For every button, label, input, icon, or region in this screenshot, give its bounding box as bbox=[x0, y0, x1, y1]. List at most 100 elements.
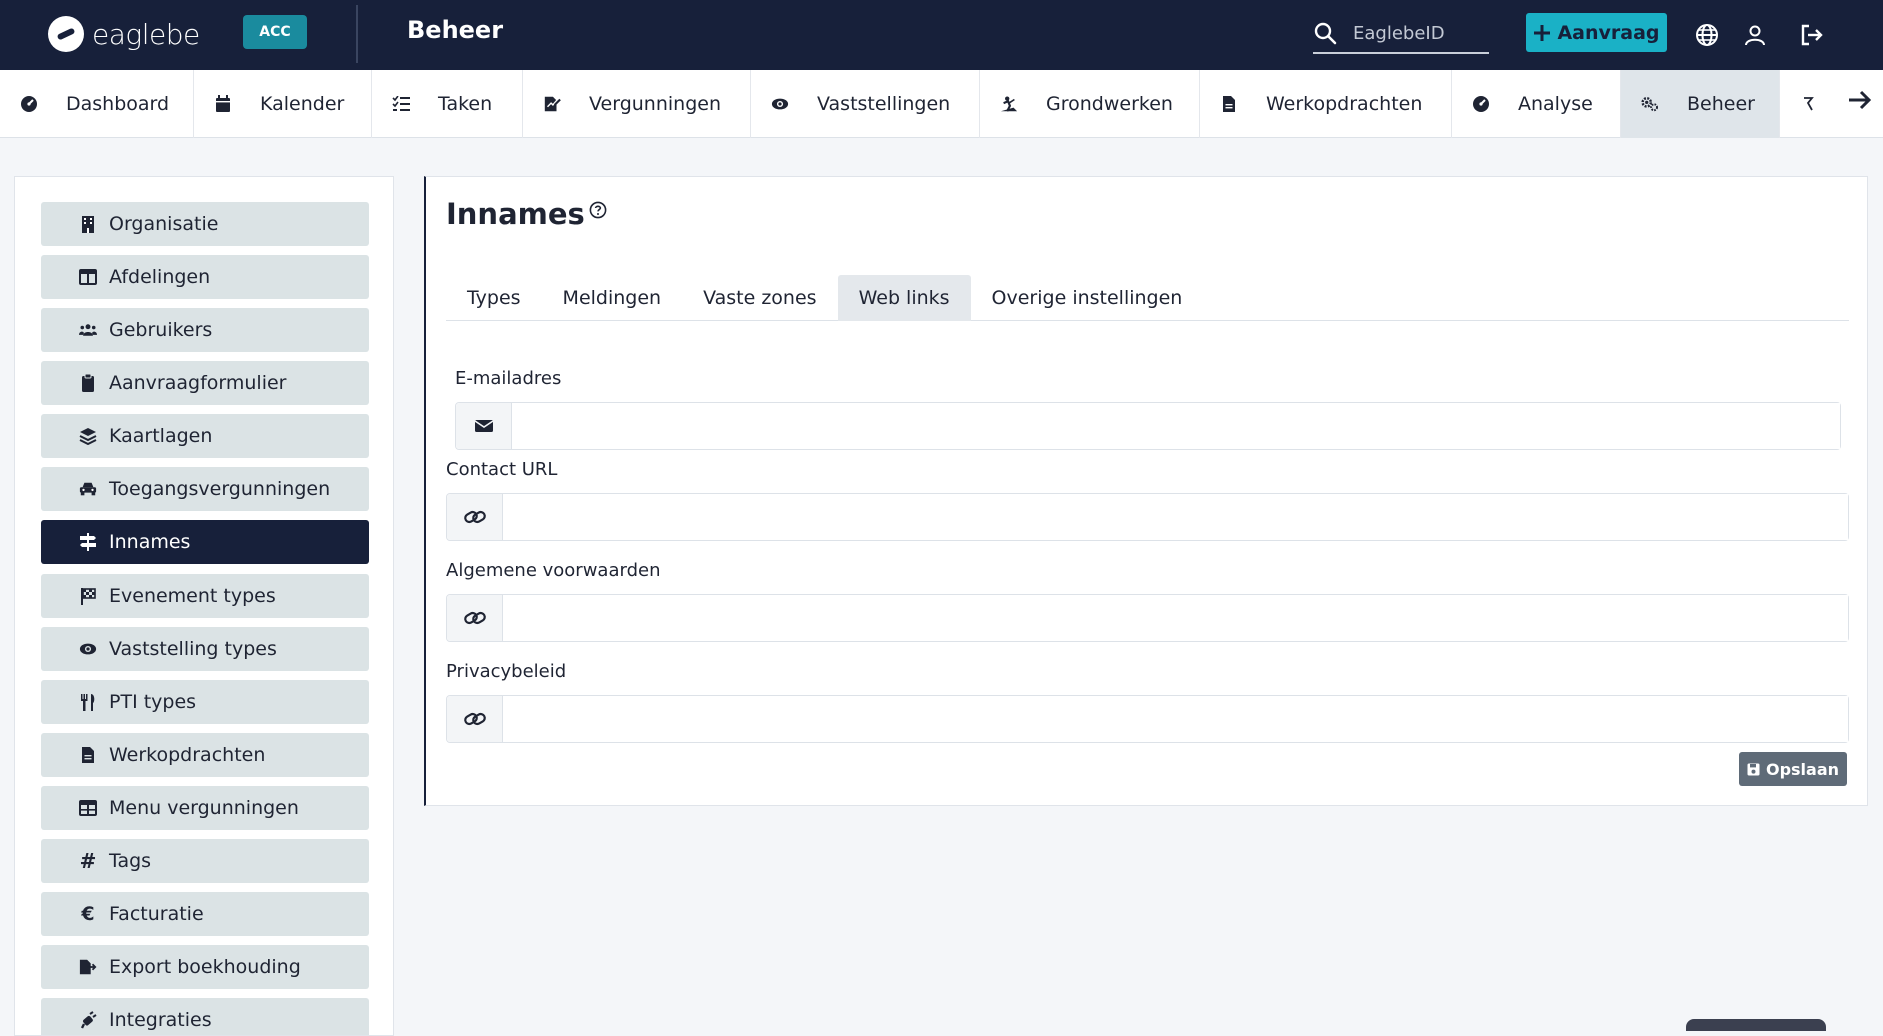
email-label: E-mailadres bbox=[455, 368, 562, 389]
nav-kalender[interactable]: Kalender bbox=[194, 70, 372, 138]
nav-grondwerken[interactable]: Grondwerken bbox=[980, 70, 1200, 138]
file-export-icon bbox=[79, 958, 97, 976]
tasks-icon bbox=[392, 95, 410, 113]
header-divider bbox=[356, 5, 358, 63]
environment-badge: ACC bbox=[243, 15, 307, 49]
nav-werkopdrachten[interactable]: Werkopdrachten bbox=[1200, 70, 1452, 138]
innames-panel: Innames Types Meldingen Vaste zones Web … bbox=[424, 176, 1868, 806]
sidebar-item-export-boekhouding[interactable]: Export boekhouding bbox=[41, 945, 369, 989]
plus-icon bbox=[1534, 24, 1551, 41]
question-circle-icon[interactable] bbox=[589, 201, 607, 223]
sidebar-item-evenement-types[interactable]: Evenement types bbox=[41, 574, 369, 618]
nav-dashboard[interactable]: Dashboard bbox=[0, 70, 194, 138]
car-icon bbox=[79, 480, 97, 498]
signpost-icon bbox=[79, 533, 97, 551]
sidebar-item-tags[interactable]: # Tags bbox=[41, 839, 369, 883]
sidebar-item-werkopdrachten[interactable]: Werkopdrachten bbox=[41, 733, 369, 777]
sidebar-item-menu-vergunningen[interactable]: Menu vergunningen bbox=[41, 786, 369, 830]
sidebar-item-pti-types[interactable]: PTI types bbox=[41, 680, 369, 724]
search-box bbox=[1313, 14, 1489, 54]
partial-nav-icon bbox=[1800, 95, 1818, 113]
contact-url-field[interactable] bbox=[503, 494, 1848, 540]
user-icon[interactable] bbox=[1740, 20, 1770, 50]
building-icon bbox=[79, 215, 97, 233]
document-icon bbox=[79, 746, 97, 764]
sidebar-item-organisatie[interactable]: Organisatie bbox=[41, 202, 369, 246]
top-bar: eaglebe ACC Beheer Aanvraag bbox=[0, 0, 1883, 70]
plug-icon bbox=[79, 1011, 97, 1029]
logo-text: eaglebe bbox=[92, 17, 200, 51]
flag-icon bbox=[79, 587, 97, 605]
eaglebe-logo-icon bbox=[48, 16, 84, 52]
eye-icon bbox=[771, 95, 789, 113]
search-input[interactable] bbox=[1353, 22, 1483, 44]
hashtag-icon: # bbox=[79, 849, 97, 873]
terms-label: Algemene voorwaarden bbox=[446, 560, 661, 581]
sidebar-item-vaststelling-types[interactable]: Vaststelling types bbox=[41, 627, 369, 671]
privacy-url-field[interactable] bbox=[503, 696, 1848, 742]
floating-widget-tab[interactable] bbox=[1686, 1019, 1826, 1031]
link-icon bbox=[447, 494, 503, 540]
terms-input-group bbox=[446, 594, 1849, 642]
sidebar-item-afdelingen[interactable]: Afdelingen bbox=[41, 255, 369, 299]
nav-vergunningen[interactable]: Vergunningen bbox=[523, 70, 751, 138]
link-icon bbox=[447, 595, 503, 641]
nav-vaststellingen[interactable]: Vaststellingen bbox=[751, 70, 980, 138]
envelope-icon bbox=[456, 403, 512, 449]
permit-icon bbox=[543, 95, 561, 113]
email-input-group bbox=[455, 402, 1841, 450]
dashboard-icon bbox=[20, 95, 38, 113]
privacy-label: Privacybeleid bbox=[446, 661, 567, 682]
columns-icon bbox=[79, 268, 97, 286]
table-icon bbox=[79, 799, 97, 817]
email-field[interactable] bbox=[512, 403, 1840, 449]
users-icon bbox=[79, 321, 97, 339]
digging-icon bbox=[1000, 95, 1018, 113]
utensils-icon bbox=[79, 693, 97, 711]
logout-icon[interactable] bbox=[1797, 20, 1827, 50]
analyse-icon bbox=[1472, 95, 1490, 113]
settings-tabs: Types Meldingen Vaste zones Web links Ov… bbox=[446, 275, 1849, 321]
floppy-disk-icon bbox=[1747, 763, 1760, 775]
tab-web-links[interactable]: Web links bbox=[837, 275, 971, 321]
clipboard-icon bbox=[79, 374, 97, 392]
save-label: Opslaan bbox=[1765, 759, 1840, 779]
main-navigation: Dashboard Kalender Taken Vergunningen Va… bbox=[0, 70, 1883, 138]
nav-analyse[interactable]: Analyse bbox=[1452, 70, 1621, 138]
sidebar-item-integraties[interactable]: Integraties bbox=[41, 998, 369, 1035]
privacy-input-group bbox=[446, 695, 1849, 743]
globe-icon[interactable] bbox=[1692, 20, 1722, 50]
terms-url-field[interactable] bbox=[503, 595, 1848, 641]
sidebar-item-innames[interactable]: Innames bbox=[41, 520, 369, 564]
nav-taken[interactable]: Taken bbox=[372, 70, 523, 138]
sidebar-item-toegangsvergunningen[interactable]: Toegangsvergunningen bbox=[41, 467, 369, 511]
nav-scroll-right-arrow-icon[interactable] bbox=[1847, 88, 1873, 116]
nav-beheer[interactable]: Beheer bbox=[1621, 70, 1780, 138]
tab-overige-instellingen[interactable]: Overige instellingen bbox=[971, 275, 1204, 321]
tab-vaste-zones[interactable]: Vaste zones bbox=[682, 275, 837, 321]
tab-types[interactable]: Types bbox=[446, 275, 542, 321]
new-aanvraag-button[interactable]: Aanvraag bbox=[1526, 13, 1667, 52]
aanvraag-label: Aanvraag bbox=[1557, 21, 1660, 44]
sidebar-item-kaartlagen[interactable]: Kaartlagen bbox=[41, 414, 369, 458]
euro-icon: € bbox=[81, 903, 95, 925]
tab-meldingen[interactable]: Meldingen bbox=[542, 275, 683, 321]
sidebar-item-facturatie[interactable]: € Facturatie bbox=[41, 892, 369, 936]
sidebar-item-aanvraagformulier[interactable]: Aanvraagformulier bbox=[41, 361, 369, 405]
contact-url-input-group bbox=[446, 493, 1849, 541]
sidebar-item-gebruikers[interactable]: Gebruikers bbox=[41, 308, 369, 352]
search-icon[interactable] bbox=[1313, 21, 1337, 45]
contact-url-label: Contact URL bbox=[446, 459, 558, 480]
eye-icon bbox=[79, 640, 97, 658]
eaglebe-logo[interactable]: eaglebe bbox=[48, 16, 200, 52]
document-icon bbox=[1220, 95, 1238, 113]
section-title: Beheer bbox=[407, 16, 504, 44]
layers-icon bbox=[79, 427, 97, 445]
link-icon bbox=[447, 696, 503, 742]
calendar-icon bbox=[214, 95, 232, 113]
cogs-icon bbox=[1641, 95, 1659, 113]
page-title: Innames bbox=[446, 197, 585, 231]
sidebar: Organisatie Afdelingen Gebruikers Aanvra… bbox=[14, 176, 394, 1036]
save-button[interactable]: Opslaan bbox=[1739, 752, 1847, 786]
nav-more[interactable] bbox=[1780, 70, 1840, 138]
